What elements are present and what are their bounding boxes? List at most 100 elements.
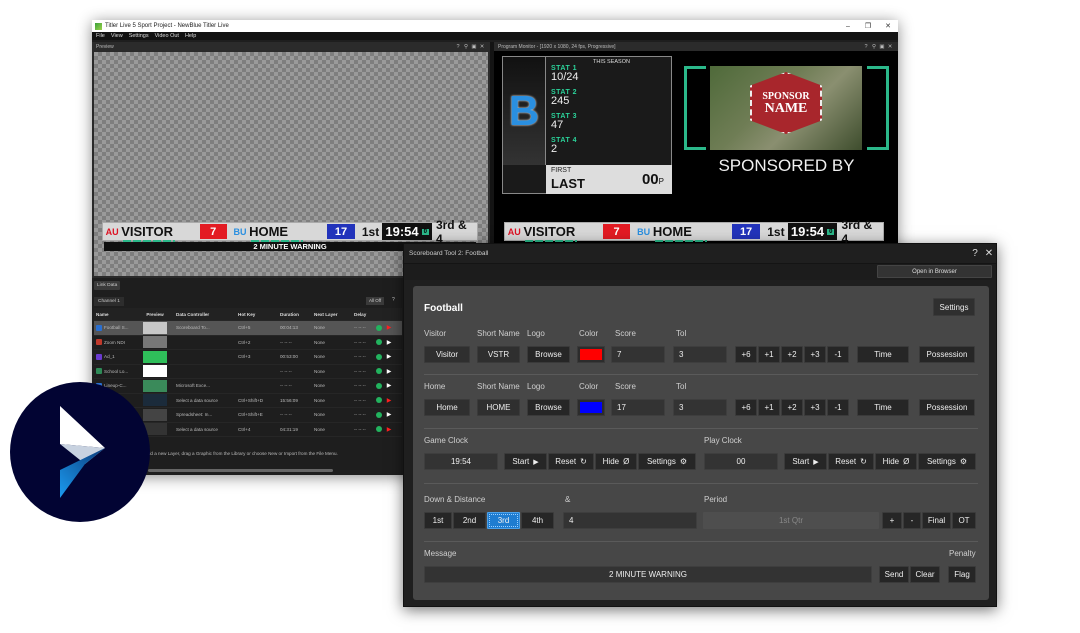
enabled-check-icon[interactable] [374,339,384,346]
visitor-time-button[interactable]: Time [857,346,909,363]
menu-help[interactable]: Help [185,33,196,39]
pin-icon[interactable]: ⚲ [462,44,470,50]
home-score-input[interactable]: 17 [611,399,665,416]
help-icon[interactable]: ? [862,44,870,50]
message-input[interactable]: 2 MINUTE WARNING [424,566,872,583]
play-icon[interactable]: ▶ [384,382,394,389]
distance-input[interactable]: 4 [563,512,697,529]
game-clock-reset-button[interactable]: Reset ↻ [548,453,594,470]
game-clock-hide-button[interactable]: Hide Ø [595,453,637,470]
home-plus6-button[interactable]: +6 [735,399,757,416]
down-2nd-button[interactable]: 2nd [453,512,486,529]
next-layer-dropdown[interactable]: None [314,325,354,330]
home-plus1-button[interactable]: +1 [758,399,780,416]
tab-channel-1[interactable]: Channel 1 [94,297,124,306]
period-minus-button[interactable]: - [903,512,921,529]
pin-icon[interactable]: ⚲ [870,44,878,50]
play-clock-settings-button[interactable]: Settings ⚙ [918,453,976,470]
play-icon[interactable]: ▶ [384,397,394,404]
visitor-color-picker[interactable] [577,346,605,363]
enabled-check-icon[interactable] [374,426,384,433]
next-layer-dropdown[interactable]: None [314,340,354,345]
data-controller-dropdown[interactable]: Microsoft Exce... [176,383,238,388]
home-time-button[interactable]: Time [857,399,909,416]
next-layer-dropdown[interactable]: None [314,412,354,417]
play-icon[interactable]: ▶ [384,411,394,418]
table-row[interactable]: School Lo... -- -- -- None -- -- -- ▶ [94,365,402,379]
visitor-plus6-button[interactable]: +6 [735,346,757,363]
visitor-minus1-button[interactable]: -1 [827,346,849,363]
home-short-name-button[interactable]: HOME [477,399,520,416]
home-minus1-button[interactable]: -1 [827,399,849,416]
visitor-name-button[interactable]: Visitor [424,346,470,363]
horizontal-scrollbar[interactable] [148,469,333,472]
enabled-check-icon[interactable] [374,353,384,360]
close-icon[interactable]: ✕ [878,22,898,30]
close-icon[interactable]: ✕ [886,44,894,50]
visitor-tol-input[interactable]: 3 [673,346,727,363]
visitor-browse-button[interactable]: Browse [527,346,570,363]
home-plus3-button[interactable]: +3 [804,399,826,416]
data-controller-dropdown[interactable]: Select a data source [176,427,238,432]
close-icon[interactable]: ✕ [478,44,486,50]
down-4th-button[interactable]: 4th [521,512,554,529]
visitor-plus1-button[interactable]: +1 [758,346,780,363]
game-clock-settings-button[interactable]: Settings ⚙ [638,453,696,470]
data-controller-dropdown[interactable]: Scoreboard To... [176,325,238,330]
enabled-check-icon[interactable] [374,324,384,331]
next-layer-dropdown[interactable]: None [314,427,354,432]
period-ot-button[interactable]: OT [952,512,976,529]
visitor-possession-button[interactable]: Possession [919,346,975,363]
menu-settings[interactable]: Settings [129,33,149,39]
home-color-picker[interactable] [577,399,605,416]
visitor-short-name-button[interactable]: VSTR [477,346,520,363]
data-controller-dropdown[interactable]: Select a data source [176,398,238,403]
game-clock-start-button[interactable]: Start ▶ [504,453,547,470]
play-icon[interactable]: ▶ [384,426,394,433]
down-1st-button[interactable]: 1st [424,512,452,529]
visitor-score-input[interactable]: 7 [611,346,665,363]
menu-file[interactable]: File [96,33,105,39]
minimize-icon[interactable]: – [838,23,858,30]
message-clear-button[interactable]: Clear [910,566,940,583]
play-clock-reset-button[interactable]: Reset ↻ [828,453,874,470]
data-controller-dropdown[interactable]: Spreadsheet: In... [176,412,238,417]
play-clock-hide-button[interactable]: Hide Ø [875,453,917,470]
all-off-button[interactable]: All Off [366,297,385,305]
next-layer-dropdown[interactable]: None [314,383,354,388]
play-clock-start-button[interactable]: Start ▶ [784,453,827,470]
help-icon[interactable]: ? [968,248,982,259]
home-plus2-button[interactable]: +2 [781,399,803,416]
home-possession-button[interactable]: Possession [919,399,975,416]
open-in-browser-button[interactable]: Open in Browser [877,265,992,278]
play-icon[interactable]: ▶ [384,324,394,331]
close-icon[interactable]: ✕ [982,248,996,259]
play-icon[interactable]: ▶ [384,368,394,375]
next-layer-dropdown[interactable]: None [314,354,354,359]
enabled-check-icon[interactable] [374,411,384,418]
enabled-check-icon[interactable] [374,382,384,389]
maximize-icon[interactable]: ❐ [858,22,878,30]
table-row[interactable]: Zoom NDI Ctrl+2 -- -- -- None -- -- -- ▶ [94,336,402,350]
next-layer-dropdown[interactable]: None [314,369,354,374]
menu-video-out[interactable]: Video Out [155,33,179,39]
period-final-button[interactable]: Final [922,512,951,529]
help-icon[interactable]: ? [392,297,395,303]
enabled-check-icon[interactable] [374,368,384,375]
game-clock-input[interactable]: 19:54 [424,453,498,470]
play-clock-input[interactable]: 00 [704,453,778,470]
table-row[interactable]: Football S... Scoreboard To... Ctrl+5 00:04… [94,321,402,336]
play-icon[interactable]: ▶ [384,353,394,360]
home-tol-input[interactable]: 3 [673,399,727,416]
home-name-button[interactable]: Home [424,399,470,416]
message-send-button[interactable]: Send [879,566,909,583]
home-browse-button[interactable]: Browse [527,399,570,416]
visitor-plus2-button[interactable]: +2 [781,346,803,363]
settings-button[interactable]: Settings [933,298,975,316]
down-3rd-button[interactable]: 3rd [487,512,520,529]
float-icon[interactable]: ▣ [878,44,886,50]
penalty-flag-button[interactable]: Flag [948,566,976,583]
float-icon[interactable]: ▣ [470,44,478,50]
help-icon[interactable]: ? [454,44,462,50]
play-icon[interactable]: ▶ [384,339,394,346]
